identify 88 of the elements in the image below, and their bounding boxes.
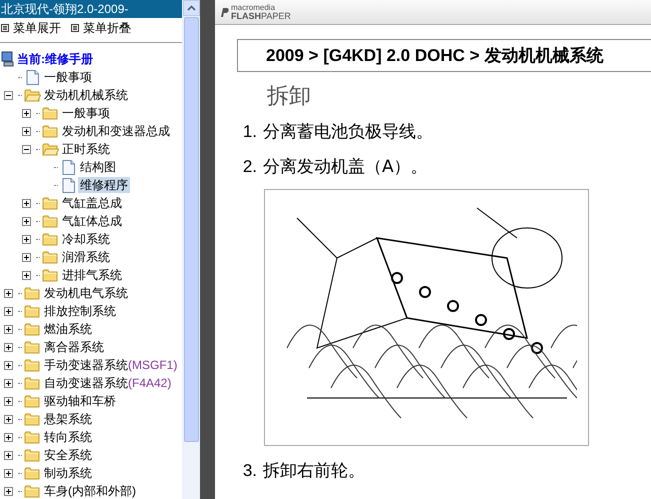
tree-item[interactable]: 安全系统 [42,447,94,463]
menu-toggle-link[interactable]: 菜单展开 [1,19,61,37]
tree-item[interactable]: 排放控制系统 [42,303,118,319]
tree-item[interactable]: 发动机和变速器总成 [60,123,172,139]
folder-icon [42,124,58,138]
tree-item[interactable]: 一般事项 [60,105,112,121]
step-number: 3. [242,460,257,482]
tree-item[interactable]: 气缸盖总成 [60,195,124,211]
breadcrumb: 2009 > [G4KD] 2.0 DOHC > 发动机机械系统 [237,39,651,72]
tree-item[interactable]: 车身(内部和外部) [42,483,138,499]
tree-item[interactable]: 正时系统 [60,141,112,157]
folder-icon [42,214,58,228]
folder-icon [24,466,40,480]
collapse-icon[interactable] [4,90,13,100]
step-number: 1. [242,121,257,143]
folder-icon [24,304,40,318]
expand-icon[interactable] [22,216,31,226]
tree-item[interactable]: 发动机电气系统 [42,285,130,301]
logo-icon [219,6,229,18]
list-icon [71,24,79,32]
expand-icon[interactable] [4,450,13,460]
menu-toggle-link[interactable]: 菜单折叠 [71,19,131,37]
tree-root[interactable]: 当前:维修手册 [17,50,93,68]
folder-icon [24,448,40,462]
open-folder-icon [42,142,58,156]
collapse-icon[interactable] [22,144,31,154]
folder-icon [24,484,40,498]
expand-icon[interactable] [22,198,31,208]
tree-item[interactable]: 结构图 [78,159,118,175]
expand-icon[interactable] [4,486,13,496]
folder-icon [24,412,40,426]
folder-icon [42,232,58,246]
tree-item[interactable]: 气缸体总成 [60,213,124,229]
step-text: 拆卸右前轮。 [263,460,365,483]
list-icon [1,24,9,32]
expand-icon[interactable] [22,126,31,136]
folder-icon [24,394,40,408]
tree-item[interactable]: 发动机机械系统 [42,87,130,103]
folder-icon [42,196,58,210]
folder-icon [24,358,40,372]
step-text: 分离发动机盖（A）。 [263,156,428,179]
expand-icon[interactable] [22,108,31,118]
tree-item[interactable]: 润滑系统 [60,249,112,265]
tree-item[interactable]: 制动系统 [42,465,94,481]
scroll-up-icon[interactable] [186,5,196,11]
expand-icon[interactable] [4,432,13,442]
folder-icon [24,340,40,354]
folder-icon [42,250,58,264]
expand-icon[interactable] [4,288,13,298]
folder-icon [24,322,40,336]
document-icon [62,160,74,174]
tree-item[interactable]: 转向系统 [42,429,94,445]
expand-icon[interactable] [4,378,13,388]
logo-caption: macromedia [231,4,276,12]
step-number: 2. [242,156,257,178]
expand-icon[interactable] [4,396,13,406]
step-text: 分离蓄电池负极导线。 [263,121,433,144]
tree-item[interactable]: 悬架系统 [42,411,94,427]
tree-item[interactable]: 一般事项 [42,69,94,85]
document-icon [26,70,38,84]
tree-item[interactable]: 手动变速器系统(MSGF1) [42,357,180,373]
folder-icon [24,286,40,300]
open-folder-icon [24,88,40,102]
window-title: 北京现代-领翔2.0-2009- [0,0,182,18]
tree-item[interactable]: 离合器系统 [42,339,106,355]
tree-item[interactable]: 自动变速器系统(F4A42) [42,375,174,391]
expand-icon[interactable] [4,414,13,424]
expand-icon[interactable] [22,234,31,244]
tree-item[interactable]: 进排气系统 [60,267,124,283]
expand-icon[interactable] [22,252,31,262]
folder-icon [42,106,58,120]
folder-icon [24,430,40,444]
folder-icon [42,268,58,282]
expand-icon[interactable] [4,360,13,370]
tree-item[interactable]: 燃油系统 [42,321,94,337]
tree-item[interactable]: 驱动轴和车桥 [42,393,118,409]
tree-item[interactable]: 维修程序 [78,177,130,193]
section-heading: 拆卸 [267,83,312,111]
expand-icon[interactable] [4,306,13,316]
expand-icon[interactable] [4,324,13,334]
document-icon [62,178,74,192]
folder-icon [24,376,40,390]
logo-wordmark: FLASHPAPER [231,12,291,20]
computer-icon [1,51,15,67]
expand-icon[interactable] [4,468,13,478]
tree-item[interactable]: 冷却系统 [60,231,112,247]
expand-icon[interactable] [4,342,13,352]
expand-icon[interactable] [22,270,31,280]
